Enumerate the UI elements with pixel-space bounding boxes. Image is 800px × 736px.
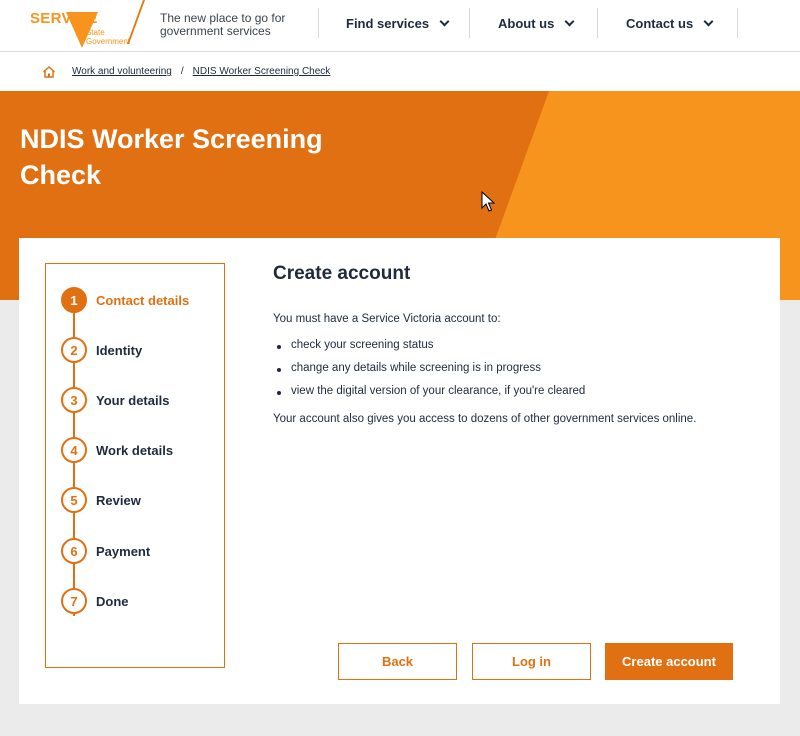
step-payment[interactable]: 6 Payment xyxy=(61,537,150,565)
step-number: 5 xyxy=(61,487,87,513)
step-label: Payment xyxy=(96,543,151,559)
step-label: Done xyxy=(96,593,129,609)
chevron-down-icon xyxy=(703,16,714,26)
step-number: 2 xyxy=(61,337,87,363)
step-your-details[interactable]: 3 Your details xyxy=(61,386,169,414)
step-review[interactable]: 5 Review xyxy=(61,486,141,514)
outro-text: Your account also gives you access to do… xyxy=(273,413,697,425)
site-header: SERVICE State Government The new place t… xyxy=(0,0,800,52)
logo-word: SERVICE xyxy=(30,10,98,27)
step-identity[interactable]: 2 Identity xyxy=(61,336,142,364)
nav-divider xyxy=(318,8,319,38)
intro-text: You must have a Service Victoria account… xyxy=(273,313,501,325)
breadcrumb-current-page[interactable]: NDIS Worker Screening Check xyxy=(193,66,331,77)
breadcrumb-work-and-volunteering[interactable]: Work and volunteering xyxy=(72,66,172,77)
site-tagline: The new place to go for government servi… xyxy=(160,11,286,38)
benefits-list: check your screening status change any d… xyxy=(273,339,753,397)
page-title: NDIS Worker Screening Check xyxy=(20,124,323,190)
step-contact-details[interactable]: 1 Contact details xyxy=(61,286,189,314)
step-number: 4 xyxy=(61,437,87,463)
nav-find-services-label: Find services xyxy=(346,15,430,31)
mouse-cursor-icon xyxy=(481,191,495,212)
list-item: check your screening status xyxy=(273,339,753,351)
step-number: 6 xyxy=(61,538,87,564)
nav-divider xyxy=(469,8,470,38)
nav-find-services[interactable]: Find services xyxy=(346,8,450,38)
step-label: Contact details xyxy=(96,292,190,308)
section-heading: Create account xyxy=(273,263,411,284)
log-in-button[interactable]: Log in xyxy=(472,643,591,680)
step-done[interactable]: 7 Done xyxy=(61,587,129,615)
breadcrumb-separator: / xyxy=(180,66,184,77)
nav-divider xyxy=(737,8,738,38)
logo-subtitle: State Government xyxy=(86,28,131,46)
back-button[interactable]: Back xyxy=(338,643,457,680)
step-work-details[interactable]: 4 Work details xyxy=(61,436,173,464)
list-item: change any details while screening is in… xyxy=(273,362,753,374)
nav-contact-us[interactable]: Contact us xyxy=(626,8,714,38)
main-content: Create account You must have a Service V… xyxy=(273,263,753,425)
form-card: 1 Contact details 2 Identity 3 Your deta… xyxy=(19,238,780,704)
progress-stepper: 1 Contact details 2 Identity 3 Your deta… xyxy=(45,263,225,668)
nav-about-us[interactable]: About us xyxy=(498,8,575,38)
nav-divider xyxy=(597,8,598,38)
step-label: Your details xyxy=(96,392,170,408)
nav-about-us-label: About us xyxy=(498,15,555,31)
step-label: Review xyxy=(96,492,141,508)
step-number: 7 xyxy=(61,588,87,614)
list-item: view the digital version of your clearan… xyxy=(273,385,753,397)
create-account-button[interactable]: Create account xyxy=(605,643,733,680)
home-icon[interactable] xyxy=(42,65,56,79)
chevron-down-icon xyxy=(439,16,450,26)
step-number: 3 xyxy=(61,387,87,413)
breadcrumb: Work and volunteering / NDIS Worker Scre… xyxy=(0,52,800,91)
nav-contact-us-label: Contact us xyxy=(626,15,694,31)
step-number: 1 xyxy=(61,287,87,313)
chevron-down-icon xyxy=(564,16,575,26)
step-label: Identity xyxy=(96,342,143,358)
step-label: Work details xyxy=(96,442,174,458)
